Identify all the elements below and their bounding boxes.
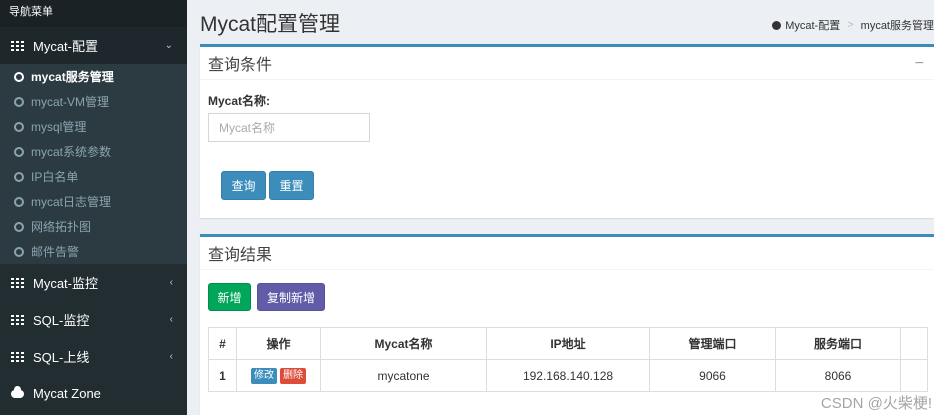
sidebar-item-topology[interactable]: 网络拓扑图 xyxy=(0,214,187,239)
sidebar-item-mycat-vm[interactable]: mycat-VM管理 xyxy=(0,89,187,114)
sidebar-item-mysql[interactable]: mysql管理 xyxy=(0,114,187,139)
column-header: # xyxy=(208,327,237,360)
sidebar-item-label: mycat系统参数 xyxy=(31,145,112,159)
breadcrumb-current: mycat服务管理 xyxy=(860,20,934,32)
grid-icon xyxy=(11,277,24,288)
menu-sql-deploy[interactable]: SQL-上线 ‹ xyxy=(0,338,187,375)
collapse-icon[interactable]: − xyxy=(915,55,924,73)
sidebar-item-label: mysql管理 xyxy=(31,120,87,134)
watermark: CSDN @火柴梗! xyxy=(820,395,932,412)
mycat-name-label: Mycat名称: xyxy=(208,94,271,108)
query-button[interactable]: 查询 xyxy=(221,171,266,200)
column-header: IP地址 xyxy=(486,327,650,360)
circle-icon xyxy=(14,221,24,232)
row-number: 1 xyxy=(208,359,237,392)
copy-add-button[interactable]: 复制新增 xyxy=(257,283,325,311)
grid-icon xyxy=(11,314,24,325)
query-box-title: 查询条件 xyxy=(208,57,273,74)
menu-label: SQL-监控 xyxy=(33,313,90,328)
mycat-name-input[interactable] xyxy=(208,113,370,142)
menu-label: Mycat-配置 xyxy=(33,39,99,54)
cell-empty xyxy=(900,359,928,392)
chevron-down-icon: ⌄ xyxy=(164,40,173,51)
column-header-empty xyxy=(900,327,928,360)
submenu-mycat-config: mycat服务管理 mycat-VM管理 mysql管理 mycat系统参数 I… xyxy=(0,64,187,264)
menu-label: SQL-上线 xyxy=(33,350,90,365)
result-box: 查询结果 新增 复制新增 # 操作 Mycat名称 IP地址 管理端口 服务端口… xyxy=(200,234,934,415)
query-box: 查询条件 − Mycat名称: 查询 重置 xyxy=(200,44,934,218)
cell-mycat-name: mycatone xyxy=(320,359,487,392)
row-actions: 修改 删除 xyxy=(236,359,321,392)
breadcrumb: Mycat-配置 > mycat服务管理 xyxy=(772,17,934,33)
grid-icon xyxy=(11,40,24,51)
table-header-row: # 操作 Mycat名称 IP地址 管理端口 服务端口 xyxy=(208,327,928,360)
sidebar-item-label: mycat服务管理 xyxy=(31,70,114,84)
menu-sql-monitor[interactable]: SQL-监控 ‹ xyxy=(0,301,187,338)
page-title: Mycat配置管理 xyxy=(200,13,341,36)
reset-button[interactable]: 重置 xyxy=(269,171,314,200)
cloud-icon xyxy=(11,385,24,398)
breadcrumb-separator: > xyxy=(847,19,854,31)
circle-icon xyxy=(14,71,24,82)
result-box-header: 查询结果 xyxy=(200,237,934,270)
menu-mycat-monitor[interactable]: Mycat-监控 ‹ xyxy=(0,264,187,301)
sidebar-item-ip-whitelist[interactable]: IP白名单 xyxy=(0,164,187,189)
sidebar-item-label: 网络拓扑图 xyxy=(31,220,92,234)
sidebar-item-label: IP白名单 xyxy=(31,170,79,184)
circle-icon xyxy=(14,196,24,207)
sidebar-item-label: 邮件告警 xyxy=(31,245,80,259)
menu-mycat-zone[interactable]: Mycat Zone xyxy=(0,375,187,412)
cell-ip-address: 192.168.140.128 xyxy=(486,359,650,392)
query-box-header: 查询条件 − xyxy=(200,47,934,80)
main-content: Mycat配置管理 Mycat-配置 > mycat服务管理 查询条件 − My… xyxy=(187,0,934,415)
add-button[interactable]: 新增 xyxy=(208,283,251,311)
grid-icon xyxy=(11,351,24,362)
menu-mycat-config[interactable]: Mycat-配置 ⌄ xyxy=(0,27,187,64)
circle-icon xyxy=(14,121,24,132)
circle-icon xyxy=(14,96,24,107)
cell-manage-port: 9066 xyxy=(649,359,776,392)
chevron-left-icon: ‹ xyxy=(169,314,173,325)
chevron-left-icon: ‹ xyxy=(169,277,173,288)
sidebar-item-mycat-params[interactable]: mycat系统参数 xyxy=(0,139,187,164)
sidebar-item-label: mycat日志管理 xyxy=(31,195,112,209)
edit-button[interactable]: 修改 xyxy=(251,368,277,384)
sidebar-header: 导航菜单 xyxy=(0,0,187,27)
result-table: # 操作 Mycat名称 IP地址 管理端口 服务端口 1 修改 删除 mycat… xyxy=(208,327,928,392)
column-header: 操作 xyxy=(236,327,321,360)
column-header: Mycat名称 xyxy=(320,327,487,360)
circle-icon xyxy=(14,246,24,257)
breadcrumb-link[interactable]: Mycat-配置 xyxy=(785,17,840,33)
chevron-left-icon: ‹ xyxy=(169,351,173,362)
column-header: 管理端口 xyxy=(649,327,776,360)
column-header: 服务端口 xyxy=(775,327,901,360)
sidebar-item-mycat-service[interactable]: mycat服务管理 xyxy=(0,64,187,89)
menu-label: Mycat-监控 xyxy=(33,276,99,291)
sidebar-item-mycat-logs[interactable]: mycat日志管理 xyxy=(0,189,187,214)
table-row: 1 修改 删除 mycatone 192.168.140.128 9066 806… xyxy=(208,359,928,392)
circle-icon xyxy=(14,146,24,157)
sidebar-item-email-alert[interactable]: 邮件告警 xyxy=(0,239,187,264)
sidebar-item-label: mycat-VM管理 xyxy=(31,95,110,109)
result-box-title: 查询结果 xyxy=(208,247,273,264)
sidebar: 导航菜单 Mycat-配置 ⌄ mycat服务管理 mycat-VM管理 mys… xyxy=(0,0,187,415)
dashboard-icon xyxy=(772,20,782,30)
menu-label: Mycat Zone xyxy=(33,386,101,401)
circle-icon xyxy=(14,171,24,182)
cell-service-port: 8066 xyxy=(775,359,901,392)
delete-button[interactable]: 删除 xyxy=(280,368,306,384)
